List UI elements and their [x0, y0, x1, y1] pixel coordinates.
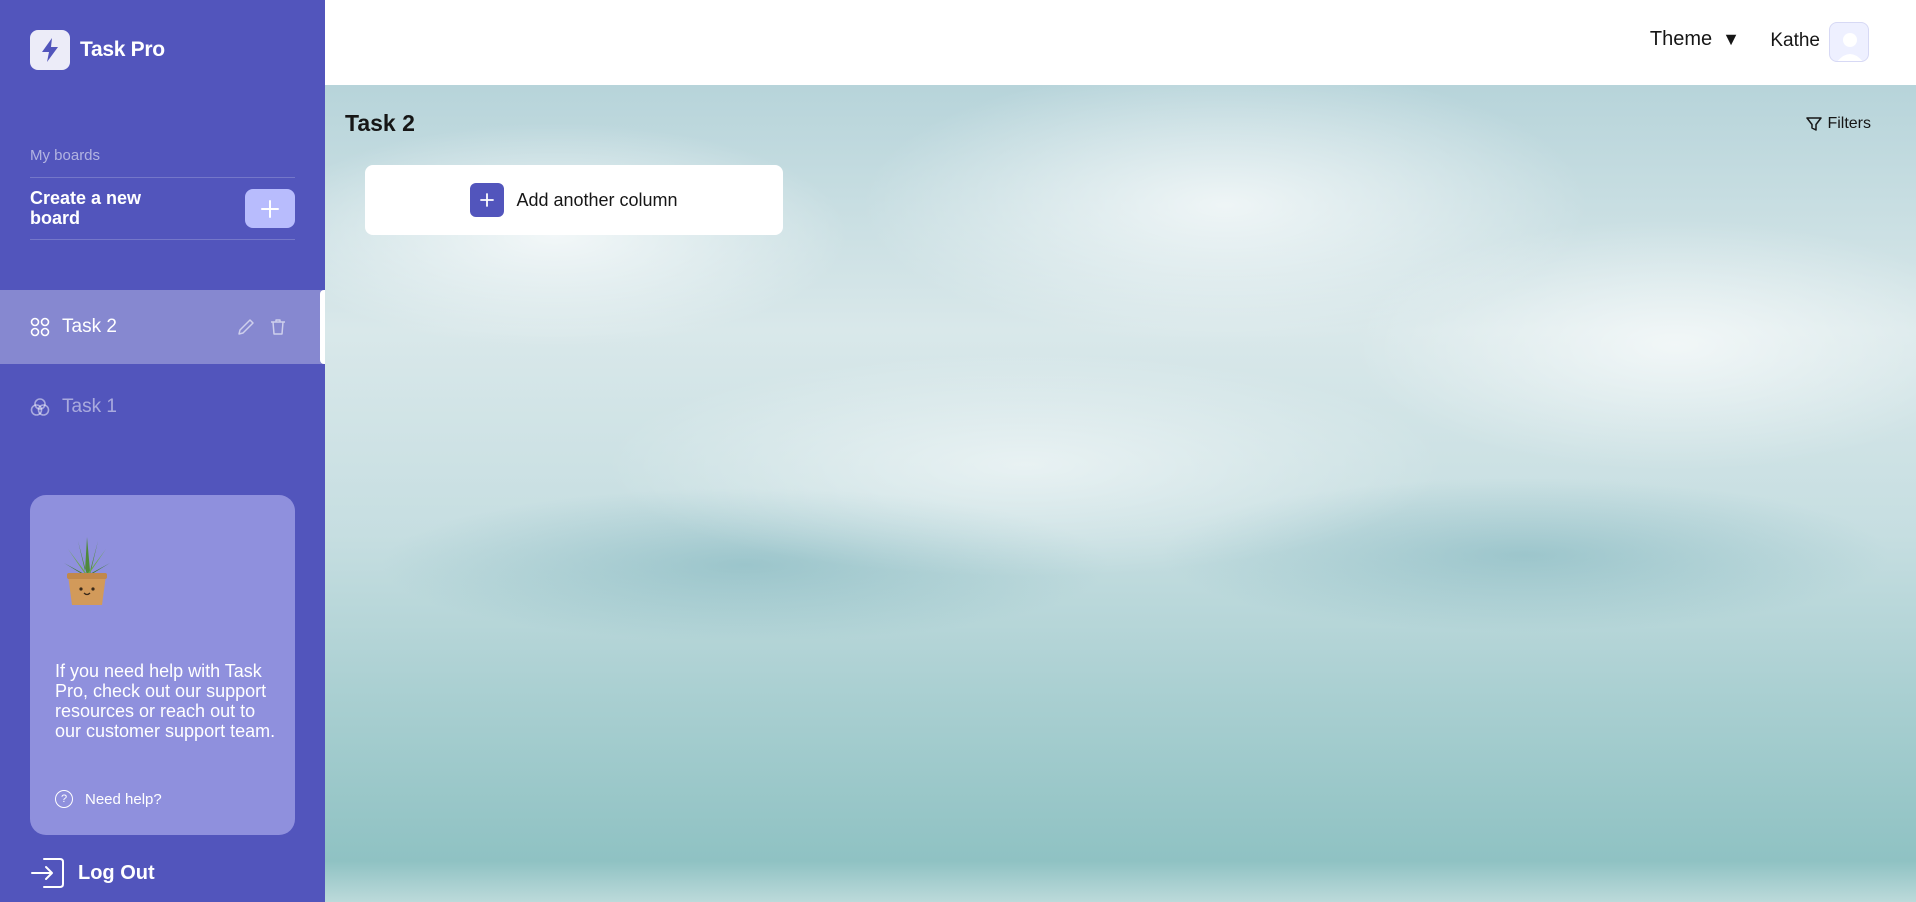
grid-icon	[30, 317, 50, 337]
board-area: Task 2 Filters Add another column	[325, 85, 1916, 902]
circles-icon	[30, 398, 50, 416]
theme-dropdown[interactable]: Theme ▼	[1650, 28, 1740, 51]
add-column-button[interactable]: Add another column	[365, 165, 783, 235]
board-item-task-1[interactable]: Task 1	[0, 370, 325, 444]
board-actions	[236, 317, 288, 337]
user-icon	[1837, 33, 1863, 61]
create-board-label: Create a new board	[30, 188, 142, 228]
question-icon: ?	[55, 790, 73, 808]
board-item-task-2[interactable]: Task 2	[0, 290, 325, 364]
avatar[interactable]	[1829, 22, 1869, 62]
cactus-pot-illustration	[64, 537, 110, 605]
chevron-down-icon: ▼	[1722, 29, 1740, 49]
funnel-icon	[1806, 117, 1823, 131]
filters-label: Filters	[1827, 115, 1871, 132]
help-text: If you need help with Task Pro, check ou…	[55, 661, 276, 741]
add-column-label: Add another column	[516, 189, 678, 210]
board-label: Task 2	[62, 316, 117, 337]
plus-icon	[470, 183, 505, 217]
app-name: Task Pro	[80, 38, 165, 61]
board-label: Task 1	[62, 396, 117, 417]
need-help-label: Need help?	[85, 790, 162, 808]
create-board-button[interactable]	[245, 189, 295, 228]
trash-icon[interactable]	[268, 317, 288, 337]
sidebar: Task Pro My boards Create a new board Ta…	[0, 0, 325, 902]
app-logo[interactable]: Task Pro	[30, 30, 165, 70]
help-card: If you need help with Task Pro, check ou…	[30, 495, 295, 835]
my-boards-label: My boards	[30, 147, 101, 164]
need-help-link[interactable]: ? Need help?	[55, 790, 162, 808]
logout-label: Log Out	[78, 861, 155, 884]
logout-icon	[31, 858, 64, 888]
filters-button[interactable]: Filters	[1806, 115, 1871, 133]
board-title: Task 2	[345, 110, 415, 136]
logout-button[interactable]: Log Out	[30, 856, 155, 890]
plus-icon	[261, 199, 279, 218]
theme-label: Theme	[1649, 28, 1713, 50]
user-name: Kathe	[1770, 30, 1820, 51]
top-header: Theme ▼ Kathe	[325, 0, 1916, 85]
create-board-row: Create a new board	[30, 177, 295, 240]
lightning-icon	[30, 30, 70, 70]
pencil-icon[interactable]	[236, 317, 256, 337]
